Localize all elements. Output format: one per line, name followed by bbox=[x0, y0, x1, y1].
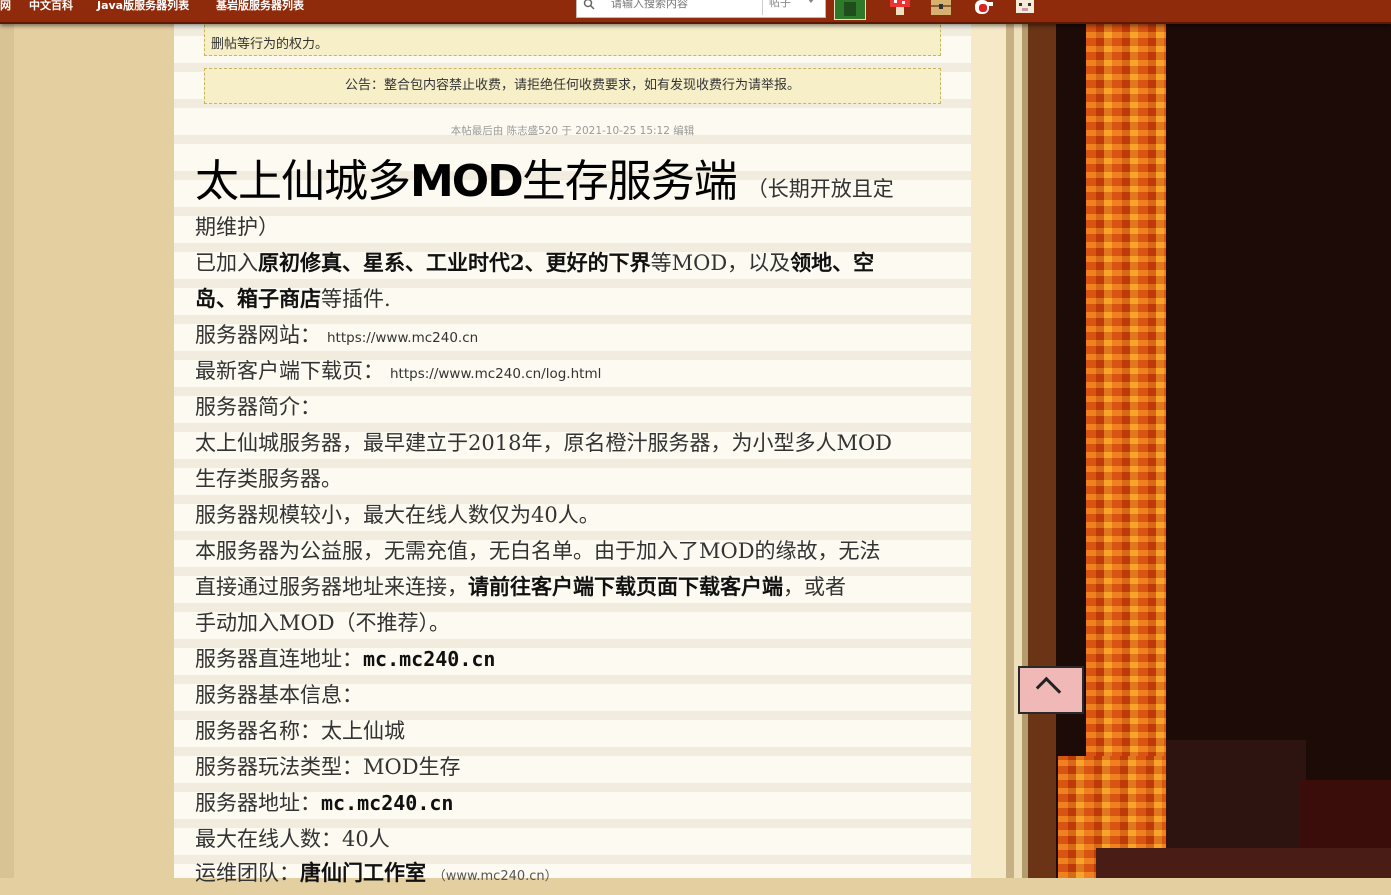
team-line: 运维团队：唐仙门工作室 （www.mc240.cn） bbox=[195, 860, 558, 885]
sheep-icon[interactable] bbox=[1011, 0, 1039, 18]
server-type-line: 服务器玩法类型：MOD生存 bbox=[195, 755, 461, 779]
search-type-select[interactable]: 帖子 bbox=[769, 0, 791, 10]
netherrack-block bbox=[1096, 848, 1391, 878]
summary-text: 直接通过服务器地址来连接，请前往客户端下载页面下载客户端，或者 bbox=[195, 574, 846, 599]
chevron-down-icon[interactable] bbox=[807, 0, 815, 3]
summary-text: 生存类服务器。 bbox=[195, 467, 342, 491]
frame-border bbox=[1014, 0, 1022, 878]
chevron-up-icon bbox=[1035, 676, 1062, 703]
post-title: 太上仙城多MOD生存服务端 （长期开放且定 bbox=[195, 156, 894, 207]
basic-info-heading: 服务器基本信息： bbox=[195, 683, 363, 707]
rules-notice-text: 删帖等行为的权力。 bbox=[211, 37, 329, 52]
plugins-line: 岛、箱子商店等插件. bbox=[195, 286, 391, 311]
nav-link-home[interactable]: 网 bbox=[0, 0, 11, 13]
download-line: 最新客户端下载页： https://www.mc240.cn/log.html bbox=[195, 359, 602, 383]
summary-text: 本服务器为公益服，无需充值，无白名单。由于加入了MOD的缘故，无法 bbox=[195, 539, 881, 563]
summary-text: 服务器规模较小，最大在线人数仅为40人。 bbox=[195, 503, 600, 527]
max-players-line: 最大在线人数：40人 bbox=[195, 827, 390, 851]
server-address-line: 服务器地址：mc.mc240.cn bbox=[195, 791, 454, 815]
netherrack-block bbox=[1166, 740, 1306, 850]
download-link[interactable]: https://www.mc240.cn/log.html bbox=[390, 366, 601, 382]
left-background bbox=[0, 0, 14, 878]
nav-link-wiki[interactable]: 中文百科 bbox=[29, 0, 73, 13]
search-input[interactable] bbox=[611, 0, 761, 11]
back-to-top-button[interactable] bbox=[1018, 666, 1084, 714]
lava-column bbox=[1086, 0, 1166, 878]
search-icon[interactable] bbox=[583, 0, 595, 10]
frame-border bbox=[1028, 0, 1056, 878]
frame-border bbox=[1006, 0, 1014, 878]
mods-line: 已加入原初修真、星系、工业时代2、更好的下界等MOD，以及领地、空 bbox=[195, 250, 875, 275]
nav-link-bedrock-servers[interactable]: 基岩版服务器列表 bbox=[216, 0, 304, 13]
post-title-continued: 期维护） bbox=[195, 215, 279, 239]
website-link[interactable]: https://www.mc240.cn bbox=[327, 330, 478, 346]
user-avatar[interactable] bbox=[834, 0, 866, 20]
search-box: 帖子 bbox=[576, 0, 826, 18]
chest-icon[interactable] bbox=[927, 0, 955, 18]
mushroom-icon[interactable] bbox=[886, 0, 914, 18]
summary-text: 太上仙城服务器，最早建立于2018年，原名橙汁服务器，为小型多人MOD bbox=[195, 431, 892, 455]
search-divider bbox=[762, 0, 763, 15]
rules-notice: 删帖等行为的权力。 bbox=[204, 20, 941, 56]
summary-text: 手动加入MOD（不推荐）。 bbox=[195, 611, 451, 635]
website-line: 服务器网站： https://www.mc240.cn bbox=[195, 323, 479, 347]
netherrack-block bbox=[1300, 780, 1391, 850]
server-name-line: 服务器名称：太上仙城 bbox=[195, 719, 405, 743]
top-navigation-bar: 网 中文百科 Java版服务器列表 基岩版服务器列表 帖子 bbox=[0, 0, 1391, 24]
summary-heading: 服务器简介： bbox=[195, 395, 321, 419]
direct-address-line: 服务器直连地址：mc.mc240.cn bbox=[195, 647, 496, 671]
potion-icon[interactable] bbox=[969, 0, 997, 18]
announcement-notice: 公告：整合包内容禁止收费，请拒绝任何收费要求，如有发现收费行为请举报。 bbox=[204, 68, 941, 104]
edit-note: 本帖最后由 陈志盛520 于 2021-10-25 15:12 编辑 bbox=[450, 125, 695, 137]
nav-link-java-servers[interactable]: Java版服务器列表 bbox=[97, 0, 189, 13]
